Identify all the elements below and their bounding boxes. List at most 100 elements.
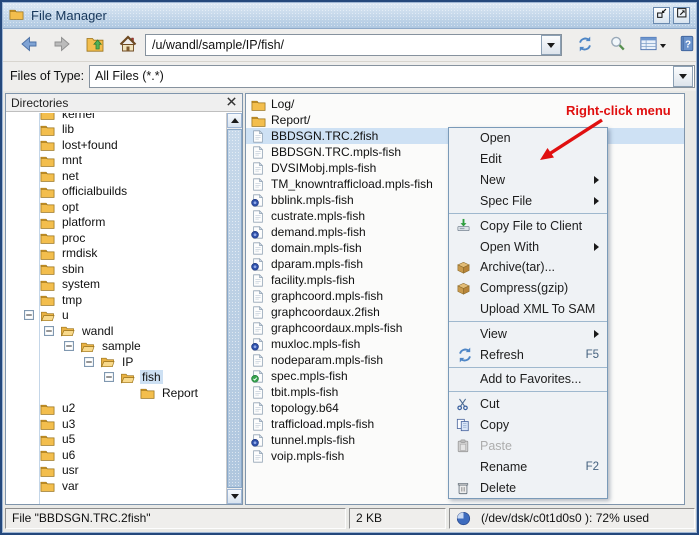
menu-item-view[interactable]: View [449, 323, 607, 344]
folder-closed-icon [40, 246, 55, 261]
folder-closed-icon [40, 432, 55, 447]
tree-item-var[interactable]: var [6, 478, 225, 494]
file-item-label: graphcoordaux.2fish [271, 305, 380, 319]
tree-item-report[interactable]: Report [6, 385, 225, 401]
folder-closed-icon [251, 113, 268, 128]
file-icon [251, 417, 268, 432]
tree-expander-icon[interactable] [84, 356, 95, 367]
address-dropdown-button[interactable] [541, 35, 561, 55]
status-file-size: 2 KB [349, 508, 446, 529]
tree-item-u[interactable]: u [6, 308, 225, 324]
folder-closed-icon [40, 153, 55, 168]
tree-item-label: rmdisk [60, 246, 99, 260]
menu-item-rename[interactable]: RenameF2 [449, 456, 607, 477]
tree-item-label: u6 [60, 448, 77, 462]
tree-item-sbin[interactable]: sbin [6, 261, 225, 277]
window-buttons [653, 7, 690, 24]
home-button[interactable] [116, 34, 140, 58]
tree-item-label: opt [60, 200, 81, 214]
tree-item-ip[interactable]: IP [6, 354, 225, 370]
home-icon [118, 34, 138, 59]
tree-item-net[interactable]: net [6, 168, 225, 184]
forward-button[interactable] [50, 34, 74, 58]
menu-separator [449, 320, 607, 324]
window-restore-button[interactable] [653, 7, 670, 24]
tree-item-kernel[interactable]: kernel [6, 113, 225, 122]
tree-item-lost-found[interactable]: lost+found [6, 137, 225, 153]
scroll-up-button[interactable] [227, 113, 242, 128]
tree-item-lib[interactable]: lib [6, 122, 225, 138]
tree-item-proc[interactable]: proc [6, 230, 225, 246]
address-input[interactable]: /u/wandl/sample/IP/fish/ [145, 34, 562, 56]
window-maximize-icon [675, 6, 689, 25]
file-gear-icon [251, 337, 268, 352]
tree-expander-icon[interactable] [24, 310, 35, 321]
tree-item-label: kernel [60, 113, 97, 121]
tree-item-rmdisk[interactable]: rmdisk [6, 246, 225, 262]
file-item-label: voip.mpls-fish [271, 449, 344, 463]
delete-icon [456, 481, 480, 495]
tree-item-u3[interactable]: u3 [6, 416, 225, 432]
file-icon [251, 129, 268, 144]
menu-item-copy-file-to-client[interactable]: Copy File to Client [449, 215, 607, 236]
help-button[interactable]: ? [675, 34, 699, 58]
close-directories-button[interactable] [226, 96, 237, 110]
file-type-dropdown-button[interactable] [673, 66, 693, 87]
menu-item-new[interactable]: New [449, 170, 607, 191]
title-bar[interactable]: File Manager [3, 3, 696, 29]
tree-item-officialbuilds[interactable]: officialbuilds [6, 184, 225, 200]
tree-expander-icon[interactable] [104, 372, 115, 383]
folder-closed-icon [40, 277, 55, 292]
window-maximize-button[interactable] [673, 7, 690, 24]
menu-item-cut[interactable]: Cut [449, 394, 607, 415]
status-bar: File "BBDSGN.TRC.2fish" 2 KB (/dev/dsk/c… [2, 508, 697, 530]
tree-item-u2[interactable]: u2 [6, 401, 225, 417]
file-icon [251, 353, 268, 368]
tree-item-label: Report [160, 386, 200, 400]
menu-item-edit[interactable]: Edit [449, 149, 607, 170]
folder-closed-icon [140, 385, 155, 400]
folder-closed-icon [40, 416, 55, 431]
tree-item-opt[interactable]: opt [6, 199, 225, 215]
tree-item-tmp[interactable]: tmp [6, 292, 225, 308]
menu-accelerator: F5 [586, 349, 599, 361]
menu-item-open-with[interactable]: Open With [449, 236, 607, 257]
tree-item-label: officialbuilds [60, 184, 129, 198]
scrollbar-thumb[interactable] [227, 129, 242, 488]
search-button[interactable] [605, 34, 629, 58]
file-gear-icon [251, 193, 268, 208]
file-type-bar: Files of Type: All Files (*.*) [3, 62, 696, 91]
folder-open-icon [100, 354, 115, 369]
menu-item-open[interactable]: Open [449, 128, 607, 149]
menu-item-delete[interactable]: Delete [449, 477, 607, 498]
tree-expander-icon[interactable] [64, 341, 75, 352]
menu-item-refresh[interactable]: RefreshF5 [449, 344, 607, 365]
tree-scrollbar[interactable] [226, 113, 242, 504]
tree-item-wandl[interactable]: wandl [6, 323, 225, 339]
folder-closed-icon [40, 137, 55, 152]
window-restore-icon [655, 6, 669, 25]
annotation-label: Right-click menu [566, 103, 671, 118]
menu-item-archive-tar[interactable]: Archive(tar)... [449, 257, 607, 278]
file-type-select[interactable]: All Files (*.*) [89, 65, 695, 88]
tree-item-sample[interactable]: sample [6, 339, 225, 355]
tree-expander-icon[interactable] [44, 325, 55, 336]
scroll-down-button[interactable] [227, 489, 242, 504]
menu-item-spec-file[interactable]: Spec File [449, 191, 607, 212]
tree-item-platform[interactable]: platform [6, 215, 225, 231]
menu-item-upload-xml-to-sam[interactable]: Upload XML To SAM [449, 299, 607, 320]
menu-item-compress-gzip[interactable]: Compress(gzip) [449, 278, 607, 299]
tree-item-u5[interactable]: u5 [6, 432, 225, 448]
tree-item-mnt[interactable]: mnt [6, 153, 225, 169]
menu-item-copy[interactable]: Copy [449, 415, 607, 436]
tree-item-u6[interactable]: u6 [6, 447, 225, 463]
up-button[interactable] [83, 34, 107, 58]
refresh-button[interactable] [573, 34, 597, 58]
tree-item-usr[interactable]: usr [6, 463, 225, 479]
menu-item-add-to-favorites[interactable]: Add to Favorites... [449, 369, 607, 390]
view-button[interactable] [637, 34, 667, 58]
tree-item-system[interactable]: system [6, 277, 225, 293]
back-button[interactable] [17, 34, 41, 58]
file-item-label: topology.b64 [271, 401, 339, 415]
tree-item-fish[interactable]: fish [6, 370, 225, 386]
